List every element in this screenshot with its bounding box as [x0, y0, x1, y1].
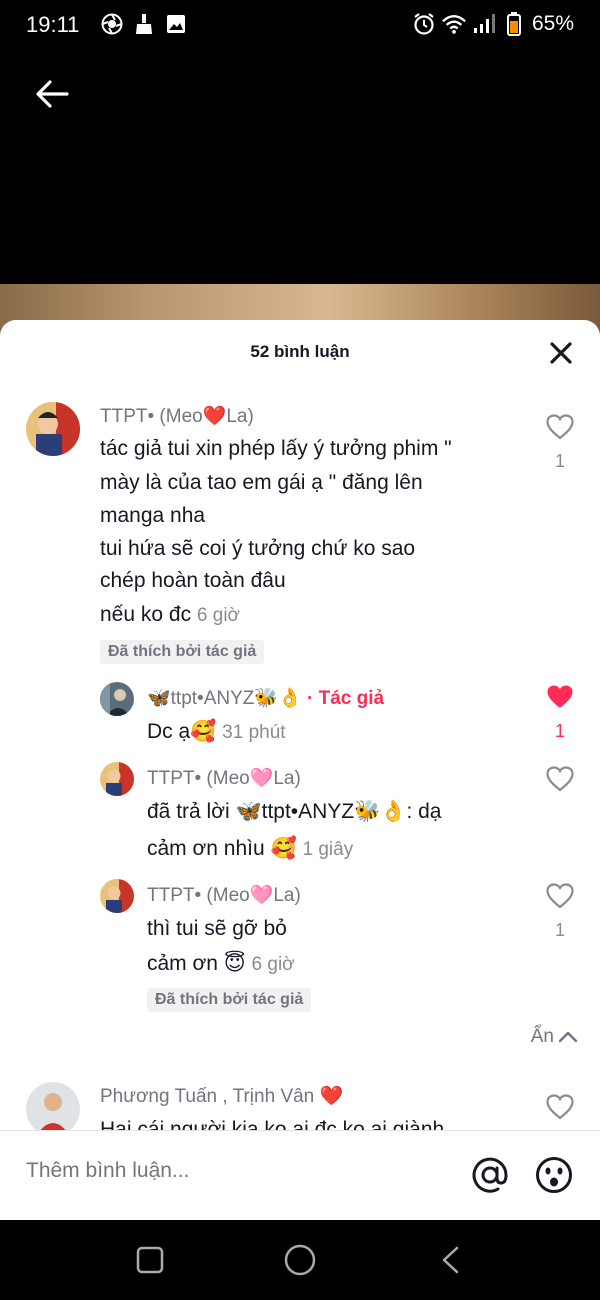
heart-outline-icon [546, 883, 574, 909]
close-icon [550, 342, 572, 364]
avatar[interactable] [100, 879, 134, 913]
aperture-icon [100, 12, 124, 36]
comment-text-line: tác giả tui xin phép lấy ý tưởng phim " [100, 437, 452, 460]
chevron-up-icon [558, 1031, 578, 1043]
hide-replies-button[interactable]: Ẩn [531, 1026, 578, 1048]
battery-percent: 65% [531, 12, 574, 35]
comment-username[interactable]: TTPT• (Meo🩷La) [147, 766, 301, 790]
comment-text-line: đã trả lời 🦋ttpt•ANYZ🐝👌: dạ [147, 800, 442, 823]
comment-text-line: nếu ko đc 6 giờ [100, 598, 240, 632]
status-time: 19:11 [26, 12, 80, 37]
heart-outline-icon [546, 766, 574, 792]
comments-count-title: 52 bình luận [250, 342, 350, 361]
heart-outline-icon [546, 1094, 574, 1120]
broom-icon [132, 12, 156, 36]
liked-by-author-badge: Đã thích bởi tác giả [147, 988, 312, 1012]
emoji-icon [536, 1157, 572, 1193]
comment-text-line: thì tui sẽ gỡ bỏ [147, 917, 287, 940]
like-button[interactable]: 1 [540, 414, 580, 472]
like-button[interactable]: 1 [540, 684, 580, 742]
comment-input-bar [0, 1130, 600, 1220]
reply-username[interactable]: 🦋ttpt•ANYZ🐝👌 [147, 688, 302, 709]
mention-button[interactable] [470, 1155, 510, 1195]
comment-input[interactable] [26, 1159, 426, 1183]
status-bar: 19:11 65% [0, 0, 600, 52]
recents-button[interactable] [132, 1242, 168, 1278]
comment-text: nếu ko đc [100, 603, 192, 626]
sheet-header: 52 bình luận [0, 320, 600, 386]
back-nav-button[interactable] [432, 1242, 468, 1278]
like-button[interactable] [540, 1094, 580, 1125]
comment-text: Dc ạ🥰 [147, 720, 217, 743]
comment-text: cảm ơn nhìu 🥰 [147, 837, 297, 860]
image-icon [164, 12, 188, 36]
back-chevron-icon [442, 1246, 459, 1274]
like-button[interactable]: 1 [540, 883, 580, 941]
at-sign-icon [472, 1157, 508, 1193]
heart-outline-icon [546, 414, 574, 440]
comment-username[interactable]: Phương Tuấn , Trịnh Vân ❤️ [100, 1084, 343, 1108]
avatar[interactable] [100, 762, 134, 796]
comment-text: cảm ơn 😇 [147, 952, 246, 975]
author-tag: · Tác giả [306, 688, 385, 709]
home-icon [284, 1244, 316, 1276]
like-count: 1 [554, 721, 565, 741]
comment-text-line: tui hứa sẽ coi ý tưởng chứ ko sao [100, 537, 416, 560]
back-arrow-icon [36, 80, 69, 108]
comment-text-line: cảm ơn nhìu 🥰 1 giây [147, 832, 353, 866]
comment-text-line: manga nha [100, 504, 206, 527]
liked-by-author-badge: Đã thích bởi tác giả [100, 640, 265, 664]
signal-icon [472, 12, 496, 36]
comment-text-line: cảm ơn 😇 6 giờ [147, 947, 295, 981]
like-count: 1 [554, 451, 565, 471]
comment-text-line: Dc ạ🥰 31 phút [147, 715, 286, 749]
like-count: 1 [554, 920, 565, 940]
comment-timestamp: 6 giờ [251, 954, 295, 975]
avatar[interactable] [26, 1082, 80, 1130]
like-button[interactable] [540, 766, 580, 797]
wifi-icon [442, 12, 466, 36]
comments-list[interactable]: TTPT• (Meo❤️La) tác giả tui xin phép lấy… [0, 386, 600, 1130]
comment-text-line: Hai cái người kia ko ai đc ko ai giành [100, 1118, 445, 1130]
hide-replies-label: Ẩn [530, 1026, 554, 1047]
comment-username[interactable]: 🦋ttpt•ANYZ🐝👌 · Tác giả [147, 686, 384, 710]
emoji-button[interactable] [534, 1155, 574, 1195]
comment-username[interactable]: TTPT• (Meo🩷La) [147, 883, 301, 907]
status-notification-icons [100, 12, 188, 36]
comment-timestamp: 6 giờ [196, 605, 241, 626]
avatar[interactable] [100, 682, 134, 716]
system-navigation-bar [0, 1220, 600, 1300]
close-button[interactable] [548, 340, 574, 366]
comment-text-line: chép hoàn toàn đâu [100, 569, 286, 592]
comment-timestamp: 31 phút [222, 722, 286, 743]
recents-icon [136, 1246, 164, 1274]
comment-text-line: mày là của tao em gái ạ " đăng lên [100, 471, 423, 494]
comments-sheet: 52 bình luận TTPT• (Meo❤️La) tác giả tui… [0, 320, 600, 1220]
home-button[interactable] [282, 1242, 318, 1278]
alarm-icon [412, 12, 436, 36]
comment-timestamp: 1 giây [302, 839, 354, 860]
heart-filled-icon [547, 685, 573, 708]
comment-username[interactable]: TTPT• (Meo❤️La) [100, 404, 254, 428]
battery-icon [502, 12, 526, 36]
status-system-icons: 65% [412, 12, 574, 36]
avatar[interactable] [26, 402, 80, 456]
back-button[interactable] [30, 74, 74, 114]
